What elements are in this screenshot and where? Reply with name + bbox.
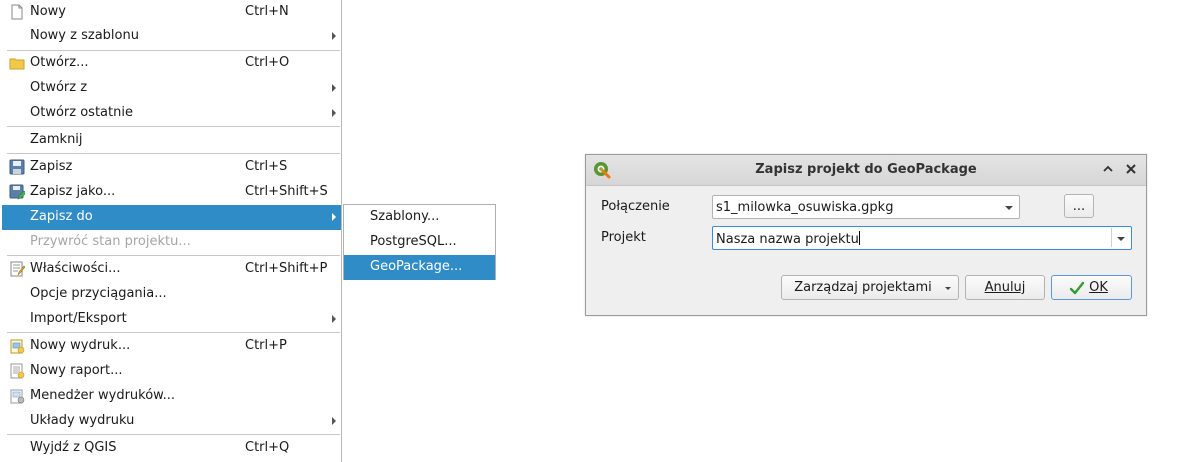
- submenu-item-templates[interactable]: Szablony...: [344, 205, 495, 230]
- menu-item-label: Zamknij: [30, 132, 83, 147]
- connection-label: Połączenie: [601, 199, 670, 214]
- menu-item-open[interactable]: Otwórz... Ctrl+O: [2, 51, 341, 76]
- connection-value: s1_milowka_osuwiska.gpkg: [716, 200, 894, 215]
- menu-item-import-export[interactable]: Import/Eksport: [2, 307, 341, 332]
- submenu-arrow-icon: [332, 109, 336, 117]
- menu-separator: [7, 434, 340, 435]
- layout-manager-icon: [10, 389, 25, 404]
- chevron-down-icon: [1005, 206, 1013, 210]
- menu-item-layouts[interactable]: Układy wydruku: [2, 409, 341, 434]
- menu-item-shortcut: Ctrl+P: [245, 338, 287, 353]
- chevron-down-icon[interactable]: [1117, 237, 1125, 241]
- menu-item-shortcut: Ctrl+Shift+S: [245, 184, 328, 199]
- floppy-edit-icon: [9, 184, 25, 200]
- menu-item-snapping[interactable]: Opcje przyciągania...: [2, 282, 341, 307]
- menu-item-label: Menedżer wydruków...: [30, 388, 176, 403]
- menu-separator: [7, 153, 340, 154]
- submenu-arrow-icon: [332, 84, 336, 92]
- menu-item-label: Wyjdź z QGIS: [30, 440, 117, 455]
- file-icon: [11, 4, 23, 20]
- manage-projects-button[interactable]: Zarządzaj projektami: [781, 275, 959, 300]
- text-cursor: [858, 231, 860, 245]
- browse-button[interactable]: ...: [1064, 194, 1094, 218]
- dialog-titlebar[interactable]: Zapisz projekt do GeoPackage: [586, 155, 1146, 186]
- menu-separator: [7, 126, 340, 127]
- menu-separator: [7, 332, 340, 333]
- new-layout-icon: [10, 339, 25, 354]
- menu-item-shortcut: Ctrl+S: [245, 159, 288, 174]
- ok-button[interactable]: OK: [1051, 275, 1132, 300]
- cancel-button[interactable]: Anuluj: [965, 275, 1045, 300]
- menu-item-properties[interactable]: Właściwości... Ctrl+Shift+P: [2, 257, 341, 282]
- menu-item-save[interactable]: Zapisz Ctrl+S: [2, 155, 341, 180]
- connection-combobox[interactable]: s1_milowka_osuwiska.gpkg: [712, 195, 1020, 219]
- menu-item-new-from-template[interactable]: Nowy z szablonu: [2, 24, 341, 49]
- menu-item-save-as[interactable]: Zapisz jako... Ctrl+Shift+S: [2, 180, 341, 205]
- chevron-down-icon: [945, 287, 951, 290]
- menu-item-exit[interactable]: Wyjdź z QGIS Ctrl+Q: [2, 436, 341, 461]
- menu-item-label: Nowy wydruk...: [30, 338, 131, 353]
- menu-item-new[interactable]: Nowy Ctrl+N: [2, 0, 341, 25]
- menu-item-shortcut: Ctrl+O: [245, 55, 290, 70]
- menu-item-new-layout[interactable]: Nowy wydruk... Ctrl+P: [2, 334, 341, 359]
- menu-item-revert: Przywróć stan projektu...: [2, 230, 341, 255]
- menu-item-label: Otwórz z: [30, 80, 88, 95]
- menu-item-label: Otwórz...: [30, 55, 89, 70]
- submenu-arrow-icon: [332, 417, 336, 425]
- menu-item-label: Układy wydruku: [30, 413, 135, 428]
- submenu-arrow-icon: [332, 213, 336, 221]
- properties-icon: [10, 261, 25, 277]
- project-label: Projekt: [601, 230, 646, 245]
- combo-divider: [1111, 228, 1112, 247]
- menu-item-label: Właściwości...: [30, 261, 121, 276]
- menu-item-close[interactable]: Zamknij: [2, 128, 341, 153]
- submenu-item-postgresql[interactable]: PostgreSQL...: [344, 230, 495, 255]
- project-name-value: Nasza nazwa projektu: [716, 232, 859, 247]
- submenu-item-geopackage[interactable]: GeoPackage...: [344, 255, 495, 280]
- menu-item-shortcut: Ctrl+Shift+P: [245, 261, 328, 276]
- submenu-arrow-icon: [332, 32, 336, 40]
- menu-item-label: Przywróć stan projektu...: [30, 234, 191, 249]
- menu-separator: [7, 255, 340, 256]
- menu-item-label: Zapisz: [30, 159, 73, 174]
- menu-item-label: Nowy: [30, 4, 67, 19]
- menu-item-label: Otwórz ostatnie: [30, 105, 133, 120]
- close-icon[interactable]: [1124, 162, 1138, 176]
- menu-item-shortcut: Ctrl+Q: [245, 440, 290, 455]
- floppy-icon: [9, 159, 25, 175]
- submenu-item-label: PostgreSQL...: [370, 234, 457, 249]
- save-to-geopackage-dialog: Zapisz projekt do GeoPackage Połączenie …: [585, 154, 1147, 316]
- save-to-submenu: Szablony... PostgreSQL... GeoPackage...: [343, 204, 496, 280]
- maximize-icon[interactable]: [1101, 162, 1115, 176]
- project-menu: Nowy Ctrl+N Nowy z szablonu Otwórz... Ct…: [0, 0, 342, 462]
- menu-item-label: Nowy raport...: [30, 363, 123, 378]
- menu-item-label: Import/Eksport: [30, 311, 127, 326]
- folder-icon: [9, 58, 25, 70]
- project-name-combobox[interactable]: Nasza nazwa projektu: [712, 226, 1132, 250]
- menu-item-open-recent[interactable]: Otwórz ostatnie: [2, 101, 341, 126]
- submenu-item-label: Szablony...: [370, 209, 440, 224]
- menu-item-label: Opcje przyciągania...: [30, 286, 167, 301]
- menu-item-label: Zapisz jako...: [30, 184, 116, 199]
- submenu-item-label: GeoPackage...: [370, 259, 463, 274]
- menu-item-shortcut: Ctrl+N: [245, 4, 289, 19]
- menu-item-label: Zapisz do: [30, 209, 93, 224]
- menu-item-open-from[interactable]: Otwórz z: [2, 76, 341, 101]
- new-report-icon: [10, 363, 25, 379]
- menu-item-layout-manager[interactable]: Menedżer wydruków...: [2, 384, 341, 409]
- menu-item-new-report[interactable]: Nowy raport...: [2, 359, 341, 384]
- dialog-title: Zapisz projekt do GeoPackage: [755, 162, 977, 177]
- submenu-arrow-icon: [332, 315, 336, 323]
- menu-item-save-to[interactable]: Zapisz do: [2, 205, 341, 230]
- menu-item-label: Nowy z szablonu: [30, 28, 139, 43]
